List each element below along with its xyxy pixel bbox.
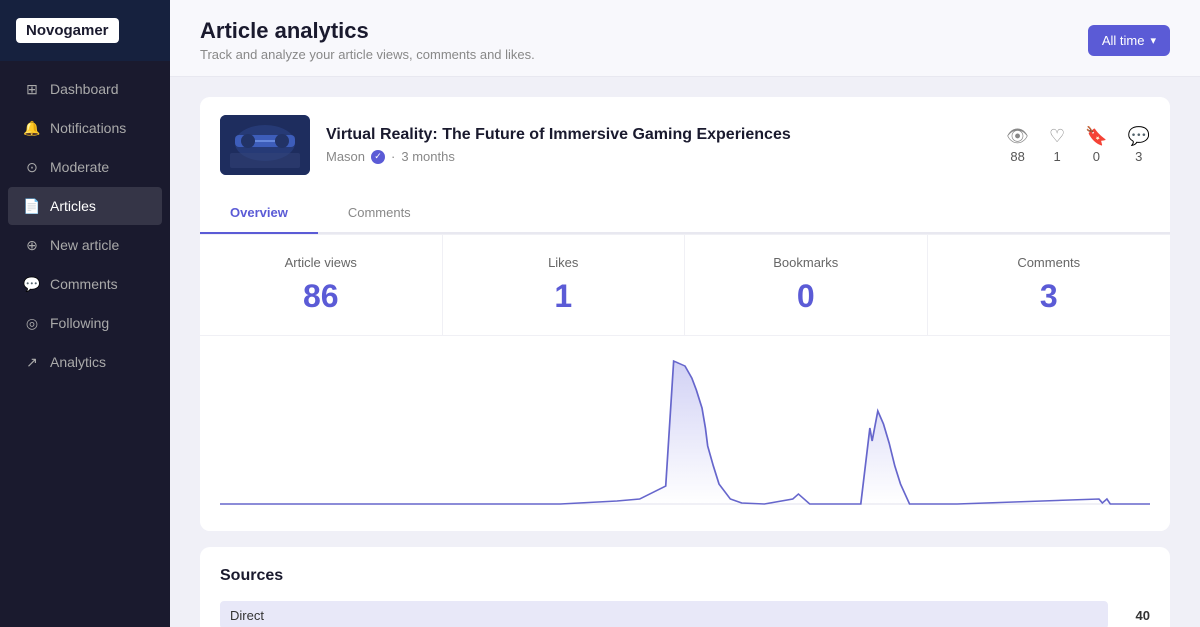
views-stat: 👁 88: [1006, 126, 1029, 164]
article-views-label: Article views: [220, 255, 422, 270]
moderate-icon: ⊙: [24, 159, 40, 175]
tabs-bar: Overview Comments: [200, 193, 1170, 234]
source-count: 40: [1120, 608, 1150, 623]
sources-card: Sources Direct 40 Novogamer - Virtual Re…: [200, 547, 1170, 627]
article-author: Mason: [326, 149, 365, 164]
comments-number: 3: [948, 278, 1151, 315]
article-info: Virtual Reality: The Future of Immersive…: [326, 126, 990, 164]
comments-stat: 💬 3: [1128, 126, 1150, 164]
notifications-icon: 🔔: [24, 120, 40, 136]
views-chart: [220, 356, 1150, 516]
comments-label: Comments: [948, 255, 1151, 270]
sidebar-item-label: Comments: [50, 276, 118, 292]
likes-value: 1: [1049, 149, 1065, 164]
sources-title: Sources: [220, 567, 1150, 585]
sources-list: Direct 40 Novogamer - Virtual Reality: T…: [220, 601, 1150, 627]
sidebar-item-articles[interactable]: 📄 Articles: [8, 187, 162, 225]
sidebar-item-label: Moderate: [50, 159, 109, 175]
analytics-icon: ↗: [24, 354, 40, 370]
sidebar-item-notifications[interactable]: 🔔 Notifications: [8, 109, 162, 147]
logo-area: Novogamer: [0, 0, 170, 61]
heart-icon: ♡: [1049, 126, 1065, 147]
sidebar-item-label: New article: [50, 237, 119, 253]
page-header: Article analytics Track and analyze your…: [170, 0, 1200, 77]
bookmarks-number: 0: [705, 278, 907, 315]
source-label: Direct: [230, 608, 264, 623]
tab-comments[interactable]: Comments: [318, 193, 441, 234]
likes-number: 1: [463, 278, 665, 315]
article-stats: 👁 88 ♡ 1 🔖 0 💬 3: [1006, 126, 1150, 164]
page-content: Virtual Reality: The Future of Immersive…: [170, 77, 1200, 627]
sidebar-item-label: Analytics: [50, 354, 106, 370]
article-thumbnail: [220, 115, 310, 175]
likes-card: Likes 1: [443, 235, 686, 335]
verified-icon: ✓: [371, 150, 385, 164]
articles-icon: 📄: [24, 198, 40, 214]
chevron-down-icon: ▾: [1150, 34, 1156, 47]
eye-icon: 👁: [1006, 126, 1029, 147]
sidebar-item-label: Articles: [50, 198, 96, 214]
sidebar-item-following[interactable]: ◎ Following: [8, 304, 162, 342]
sidebar-item-label: Dashboard: [50, 81, 119, 97]
bookmarks-label: Bookmarks: [705, 255, 907, 270]
likes-stat: ♡ 1: [1049, 126, 1065, 164]
article-views-number: 86: [220, 278, 422, 315]
article-analytics-card: Virtual Reality: The Future of Immersive…: [200, 97, 1170, 531]
article-title: Virtual Reality: The Future of Immersive…: [326, 126, 990, 144]
bookmarks-card: Bookmarks 0: [685, 235, 928, 335]
article-meta: Mason ✓ · 3 months: [326, 149, 990, 164]
sidebar: Novogamer ⊞ Dashboard 🔔 Notifications ⊙ …: [0, 0, 170, 627]
main-content: Article analytics Track and analyze your…: [170, 0, 1200, 627]
comment-icon: 💬: [1128, 126, 1150, 147]
nav-section: ⊞ Dashboard 🔔 Notifications ⊙ Moderate 📄…: [0, 69, 170, 382]
comments-value: 3: [1128, 149, 1150, 164]
bookmark-icon: 🔖: [1085, 126, 1107, 147]
article-views-card: Article views 86: [200, 235, 443, 335]
logo: Novogamer: [16, 18, 119, 43]
views-value: 88: [1006, 149, 1029, 164]
sidebar-item-moderate[interactable]: ⊙ Moderate: [8, 148, 162, 186]
sidebar-item-analytics[interactable]: ↗ Analytics: [8, 343, 162, 381]
article-time: 3 months: [401, 149, 454, 164]
metrics-row: Article views 86 Likes 1 Bookmarks 0 Com…: [200, 234, 1170, 335]
comments-icon: 💬: [24, 276, 40, 292]
bookmarks-value: 0: [1085, 149, 1107, 164]
new-article-icon: ⊕: [24, 237, 40, 253]
article-card: Virtual Reality: The Future of Immersive…: [200, 97, 1170, 193]
sidebar-item-comments[interactable]: 💬 Comments: [8, 265, 162, 303]
time-filter-label: All time: [1102, 33, 1145, 48]
header-left: Article analytics Track and analyze your…: [200, 18, 535, 62]
sidebar-item-label: Notifications: [50, 120, 126, 136]
source-row: Direct 40: [220, 601, 1150, 627]
following-icon: ◎: [24, 315, 40, 331]
page-subtitle: Track and analyze your article views, co…: [200, 47, 535, 62]
time-filter-button[interactable]: All time ▾: [1088, 25, 1170, 56]
separator: ·: [391, 149, 395, 164]
thumbnail-image: [220, 115, 310, 175]
source-bar: Direct: [220, 601, 1108, 627]
comments-metric-card: Comments 3: [928, 235, 1171, 335]
page-title: Article analytics: [200, 18, 535, 44]
tab-overview[interactable]: Overview: [200, 193, 318, 234]
source-bar-wrap: Direct: [220, 601, 1108, 627]
sidebar-item-dashboard[interactable]: ⊞ Dashboard: [8, 70, 162, 108]
sidebar-item-label: Following: [50, 315, 109, 331]
likes-label: Likes: [463, 255, 665, 270]
bookmarks-stat: 🔖 0: [1085, 126, 1107, 164]
dashboard-icon: ⊞: [24, 81, 40, 97]
sidebar-item-new-article[interactable]: ⊕ New article: [8, 226, 162, 264]
chart-container: [200, 335, 1170, 531]
